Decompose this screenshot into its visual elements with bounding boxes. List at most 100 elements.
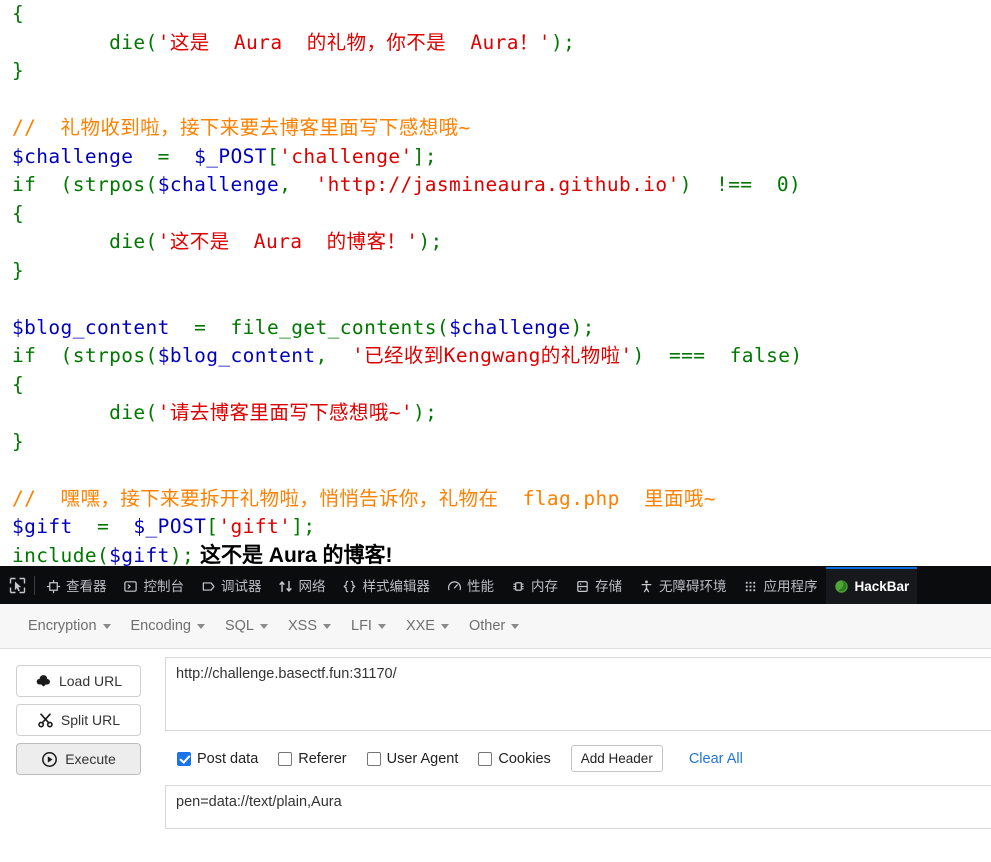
code-token: if xyxy=(12,344,37,367)
devtools-tab-accessibility[interactable]: 无障碍环境 xyxy=(630,567,735,604)
code-token: ) === false) xyxy=(632,344,803,367)
devtools-tab-performance[interactable]: 性能 xyxy=(438,567,502,604)
code-token: [ xyxy=(206,515,219,538)
checkbox-unchecked-icon[interactable] xyxy=(278,751,293,766)
devtools-tab-hackbar[interactable]: HackBar xyxy=(825,567,918,604)
element-picker-icon[interactable] xyxy=(0,567,34,604)
code-line: $gift = $_POST['gift']; xyxy=(12,513,991,542)
devtools-tab-network[interactable]: 网络 xyxy=(270,567,334,604)
code-token: ( xyxy=(145,230,158,253)
debugger-icon xyxy=(200,579,216,595)
hackbar-menu-encoding[interactable]: Encoding xyxy=(121,614,215,638)
code-token: = xyxy=(72,515,134,538)
code-token: } xyxy=(12,429,25,453)
code-line: $blog_content = file_get_contents($chall… xyxy=(12,314,991,343)
code-line: { xyxy=(12,200,991,229)
code-token: ( xyxy=(145,30,158,54)
code-token: , xyxy=(279,173,316,196)
code-token: ); xyxy=(413,401,438,424)
code-token: strpos xyxy=(72,173,146,196)
post-data-input[interactable] xyxy=(165,785,991,829)
hackbar-fields: Post data Referer User Agent Cookies Add Hea… xyxy=(165,657,991,829)
code-token: 'challenge' xyxy=(279,144,413,168)
code-token: $challenge xyxy=(157,173,280,196)
checkbox-unchecked-icon[interactable] xyxy=(478,751,493,766)
chevron-down-icon xyxy=(260,623,268,629)
checkbox-unchecked-icon[interactable] xyxy=(366,751,381,766)
code-token: $blog_content xyxy=(157,344,316,367)
network-icon xyxy=(278,579,294,595)
code-token: $challenge xyxy=(12,144,134,168)
checkbox-label: Post data xyxy=(197,750,259,767)
devtools-tab-storage[interactable]: 存储 xyxy=(566,567,630,604)
hackbar-button-label: Execute xyxy=(65,751,116,767)
code-token: ) !== 0) xyxy=(679,173,802,196)
chevron-down-icon xyxy=(196,623,205,629)
checkbox-user-agent[interactable]: User Agent xyxy=(366,751,458,767)
performance-icon xyxy=(446,579,462,595)
add-header-button[interactable]: Add Header xyxy=(570,745,663,772)
load-url-button[interactable]: Load URL xyxy=(16,665,141,697)
code-token: ( xyxy=(145,173,158,196)
devtools-tab-label: 内存 xyxy=(531,578,558,594)
code-line: } xyxy=(12,257,991,286)
chevron-down-icon xyxy=(377,623,386,629)
hackbar-menu-label: XSS xyxy=(288,618,318,634)
hackbar-menu-label: SQL xyxy=(224,618,254,634)
hackbar-button-label: Split URL xyxy=(60,712,121,728)
hackbar-action-buttons: Load URL Split URL Execute xyxy=(0,657,165,829)
code-line: { xyxy=(12,371,991,400)
code-token: ( xyxy=(36,173,73,196)
devtools-tab-style-editor[interactable]: 样式编辑器 xyxy=(334,567,439,604)
devtools-tab-label: 网络 xyxy=(298,578,326,594)
accessibility-icon xyxy=(638,579,654,595)
devtools-tab-application[interactable]: 应用程序 xyxy=(735,567,826,604)
hackbar-panel: Encryption Encoding SQL XSS LFI XXE Other Load… xyxy=(0,604,991,862)
clear-all-link[interactable]: Clear All xyxy=(689,751,743,767)
checkbox-checked-icon[interactable] xyxy=(177,751,191,766)
chevron-down-icon xyxy=(323,623,332,629)
chevron-down-icon xyxy=(440,623,449,629)
code-token: ( xyxy=(96,543,110,567)
hackbar-menu-bar: Encryption Encoding SQL XSS LFI XXE Other xyxy=(0,604,991,649)
devtools-tab-label: 控制台 xyxy=(143,578,185,594)
code-token: $challenge xyxy=(449,315,571,339)
code-token: // 嘿嘿，接下来要拆开礼物啦，悄悄告诉你，礼物在 flag.php 里面哦~ xyxy=(12,486,716,510)
devtools-tab-label: 无障碍环境 xyxy=(659,578,727,594)
hackbar-menu-sql[interactable]: SQL xyxy=(215,614,278,638)
code-token: strpos xyxy=(72,344,146,367)
rendered-output-text: 这不是 Aura 的博客! xyxy=(194,543,393,567)
devtools-tab-memory[interactable]: 内存 xyxy=(502,567,566,604)
hackbar-menu-encryption[interactable]: Encryption xyxy=(18,614,121,638)
code-token: 'http://jasmineaura.github.io' xyxy=(315,173,680,196)
hackbar-menu-xss[interactable]: XSS xyxy=(278,614,341,638)
devtools-tab-label: 样式编辑器 xyxy=(362,578,431,594)
hackbar-menu-lfi[interactable]: LFI xyxy=(341,614,396,638)
code-token: if xyxy=(12,173,37,196)
split-url-button[interactable]: Split URL xyxy=(16,704,141,736)
code-line: $challenge = $_POST['challenge']; xyxy=(12,143,991,172)
checkbox-cookies[interactable]: Cookies xyxy=(478,750,551,767)
devtools-tab-label: HackBar xyxy=(854,578,910,594)
code-token: ]; xyxy=(412,144,437,168)
url-input[interactable] xyxy=(165,657,991,731)
checkbox-label: Cookies xyxy=(498,750,551,767)
hackbar-menu-xxe[interactable]: XXE xyxy=(396,614,459,638)
execute-button[interactable]: Execute xyxy=(16,743,141,775)
devtools-tab-console[interactable]: 控制台 xyxy=(115,567,193,604)
code-token: ); xyxy=(570,315,595,339)
code-token: [ xyxy=(266,144,280,168)
console-icon xyxy=(123,579,139,595)
hackbar-menu-other[interactable]: Other xyxy=(459,614,529,638)
code-token: '已经收到Kengwang的礼物啦' xyxy=(351,344,633,367)
code-token: $gift xyxy=(12,515,73,538)
checkbox-referer[interactable]: Referer xyxy=(278,751,347,767)
hackbar-menu-label: Encryption xyxy=(28,618,97,634)
devtools-tab-debugger[interactable]: 调试器 xyxy=(192,567,270,604)
code-line: die('这是 Aura 的礼物，你不是 Aura！'); xyxy=(12,29,991,58)
devtools-tab-inspector[interactable]: 查看器 xyxy=(37,567,115,604)
code-token: die xyxy=(109,401,146,424)
checkbox-post-data[interactable]: Post data xyxy=(177,751,258,767)
chevron-down-icon xyxy=(102,623,111,629)
code-token: , xyxy=(315,344,352,367)
